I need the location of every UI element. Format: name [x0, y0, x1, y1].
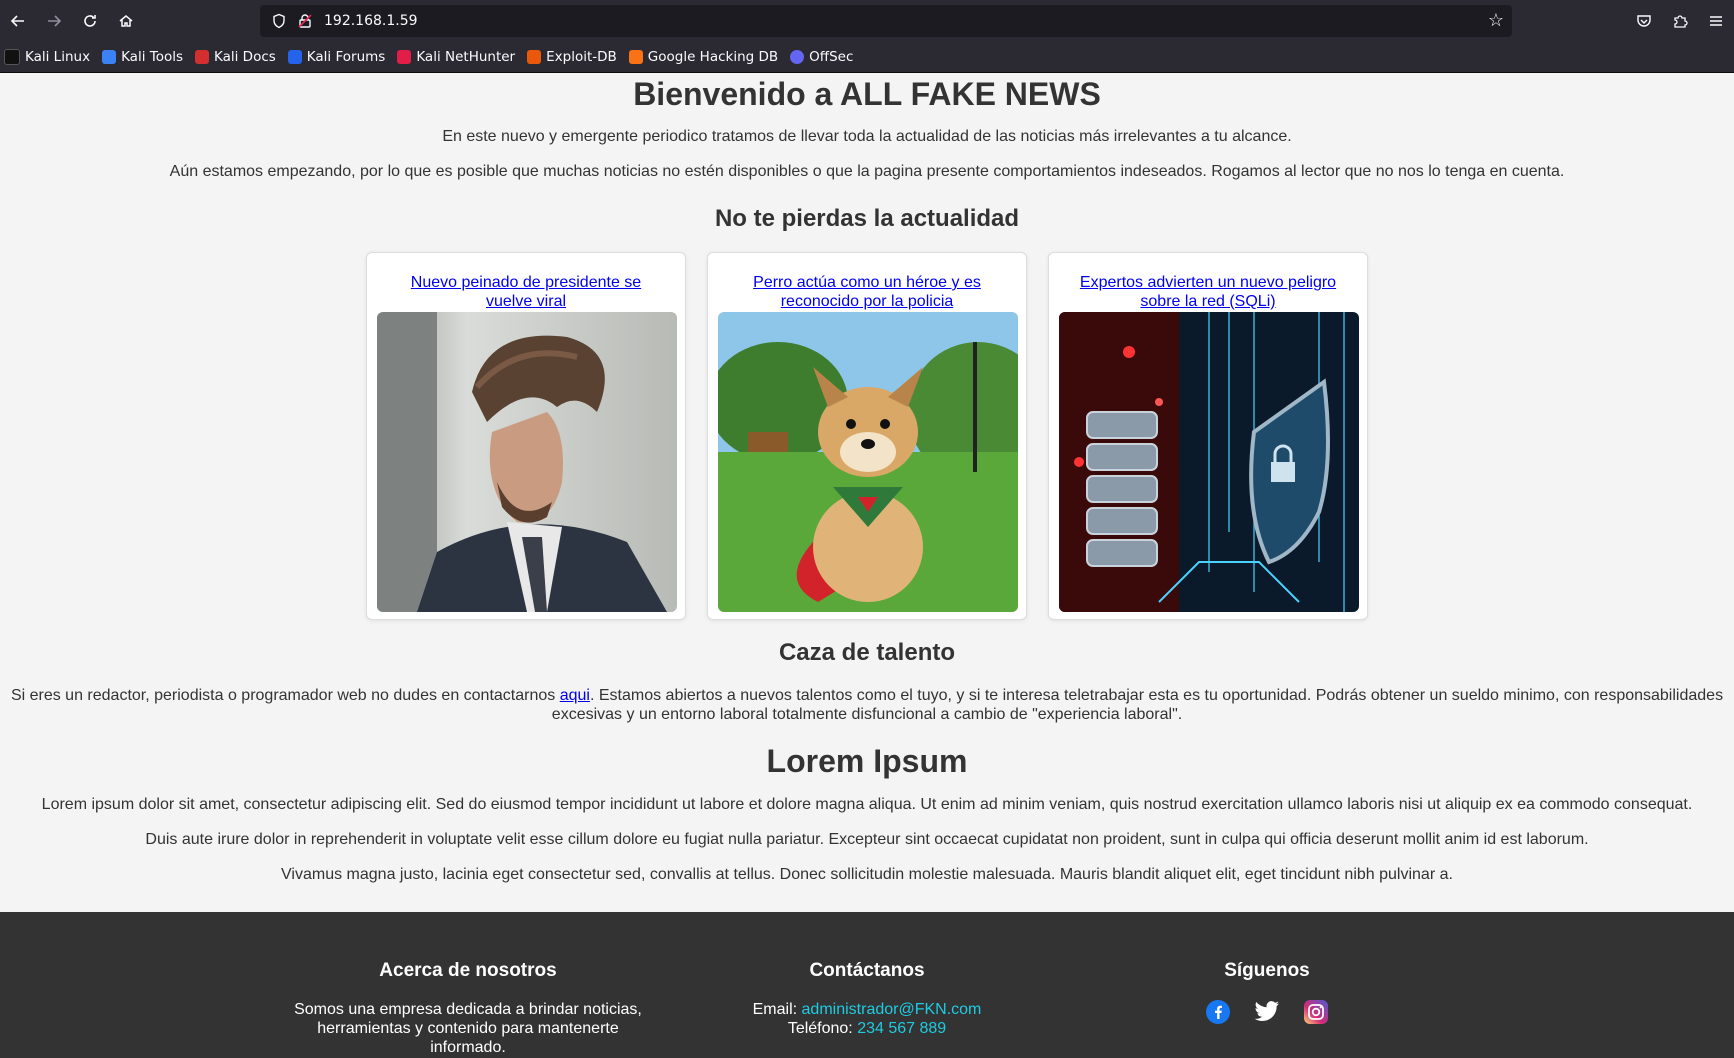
footer-contact: Contáctanos Email: administrador@FKN.com…: [700, 960, 1034, 1038]
news-link-hero-dog[interactable]: Perro actúa como un héroe y es reconocid…: [718, 273, 1016, 311]
back-arrow-icon: [10, 15, 24, 27]
about-text: Somos una empresa dedicada a brindar not…: [294, 1001, 642, 1056]
menu-icon[interactable]: [1698, 3, 1734, 39]
about-heading: Acerca de nosotros: [379, 960, 557, 981]
reload-button[interactable]: [72, 3, 108, 39]
bookmarks-bar: Kali Linux Kali Tools Kali Docs Kali For…: [0, 42, 1734, 73]
kali-dragon-icon: [4, 49, 20, 65]
site-footer: Acerca de nosotros Somos una empresa ded…: [0, 912, 1734, 1058]
bookmark-kali-nethunter[interactable]: Kali NetHunter: [397, 49, 515, 65]
bookmark-offsec[interactable]: OffSec: [790, 49, 853, 65]
forward-arrow-icon: [48, 15, 62, 27]
news-card: Expertos advierten un nuevo peligro sobr…: [1048, 252, 1368, 620]
lorem-paragraph-3: Vivamus magna justo, lacinia eget consec…: [281, 866, 1453, 883]
url-text[interactable]: 192.168.1.59: [324, 13, 418, 29]
intro-paragraph: En este nuevo y emergente periodico trat…: [442, 128, 1292, 145]
browser-toolbar: 192.168.1.59 ☆: [0, 0, 1734, 42]
news-cards: Nuevo peinado de presidente se vuelve vi…: [0, 252, 1734, 620]
email-link[interactable]: administrador@FKN.com: [802, 1001, 982, 1018]
offsec-icon: [790, 50, 805, 64]
bookmark-kali-linux[interactable]: Kali Linux: [4, 49, 90, 65]
exploit-db-icon: [527, 50, 542, 64]
kali-forums-icon: [287, 50, 302, 64]
phone-line: Teléfono: 234 567 889: [787, 1020, 947, 1037]
url-bar[interactable]: 192.168.1.59 ☆: [260, 5, 1512, 37]
home-icon: [119, 15, 133, 27]
extensions-icon[interactable]: [1662, 3, 1698, 39]
talent-section: Caza de talento Si eres un redactor, per…: [0, 638, 1734, 724]
lorem-paragraph-2: Duis aute irure dolor in reprehenderit i…: [145, 831, 1589, 848]
forward-button[interactable]: [36, 3, 72, 39]
back-button[interactable]: [0, 3, 36, 39]
google-hacking-db-icon: [628, 50, 643, 64]
insecure-lock-icon[interactable]: [294, 10, 316, 32]
instagram-icon[interactable]: [1304, 1000, 1328, 1029]
page-title: Bienvenido a ALL FAKE NEWS: [633, 76, 1101, 112]
contact-link[interactable]: aqui: [560, 687, 590, 704]
news-card: Nuevo peinado de presidente se vuelve vi…: [366, 252, 686, 620]
bookmark-exploit-db[interactable]: Exploit-DB: [527, 49, 617, 65]
follow-heading: Síguenos: [1224, 960, 1310, 981]
kali-nethunter-icon: [397, 50, 412, 64]
talent-paragraph: Si eres un redactor, periodista o progra…: [10, 687, 1724, 723]
bookmark-kali-tools[interactable]: Kali Tools: [102, 49, 183, 65]
shield-icon[interactable]: [268, 10, 290, 32]
lorem-heading: Lorem Ipsum: [766, 743, 968, 779]
lorem-paragraph-1: Lorem ipsum dolor sit amet, consectetur …: [41, 796, 1693, 813]
home-button[interactable]: [108, 3, 144, 39]
news-card: Perro actúa como un héroe y es reconocid…: [707, 252, 1027, 620]
notice-paragraph: Aún estamos empezando, por lo que es pos…: [169, 163, 1565, 180]
contact-heading: Contáctanos: [809, 960, 925, 981]
talent-heading: Caza de talento: [778, 639, 956, 666]
bookmark-star-icon[interactable]: ☆: [1488, 10, 1504, 31]
pocket-icon[interactable]: [1626, 3, 1662, 39]
bookmark-kali-forums[interactable]: Kali Forums: [287, 49, 385, 65]
bookmark-kali-docs[interactable]: Kali Docs: [195, 49, 276, 65]
social-links: [1150, 1000, 1384, 1029]
sql-injection-image[interactable]: [1059, 312, 1359, 612]
footer-about: Acerca de nosotros Somos una empresa ded…: [287, 960, 649, 1057]
hero-dog-image[interactable]: [718, 312, 1018, 612]
bookmark-google-hacking-db[interactable]: Google Hacking DB: [628, 49, 778, 65]
president-portrait-image[interactable]: [377, 312, 677, 612]
news-link-sqli-danger[interactable]: Expertos advierten un nuevo peligro sobr…: [1059, 273, 1357, 311]
kali-docs-icon: [195, 50, 209, 64]
kali-tools-icon: [102, 50, 117, 64]
news-link-president-hair[interactable]: Nuevo peinado de presidente se vuelve vi…: [377, 273, 675, 311]
news-heading: No te pierdas la actualidad: [714, 205, 1020, 232]
phone-link[interactable]: 234 567 889: [857, 1020, 946, 1037]
twitter-icon[interactable]: [1254, 1000, 1280, 1029]
footer-follow: Síguenos: [1150, 960, 1384, 1029]
page-content: Bienvenido a ALL FAKE NEWS En este nuevo…: [0, 73, 1734, 885]
reload-icon: [84, 15, 96, 27]
facebook-icon[interactable]: [1206, 1000, 1230, 1029]
lorem-section: Lorem Ipsum Lorem ipsum dolor sit amet, …: [0, 740, 1734, 885]
email-line: Email: administrador@FKN.com: [752, 1001, 982, 1018]
